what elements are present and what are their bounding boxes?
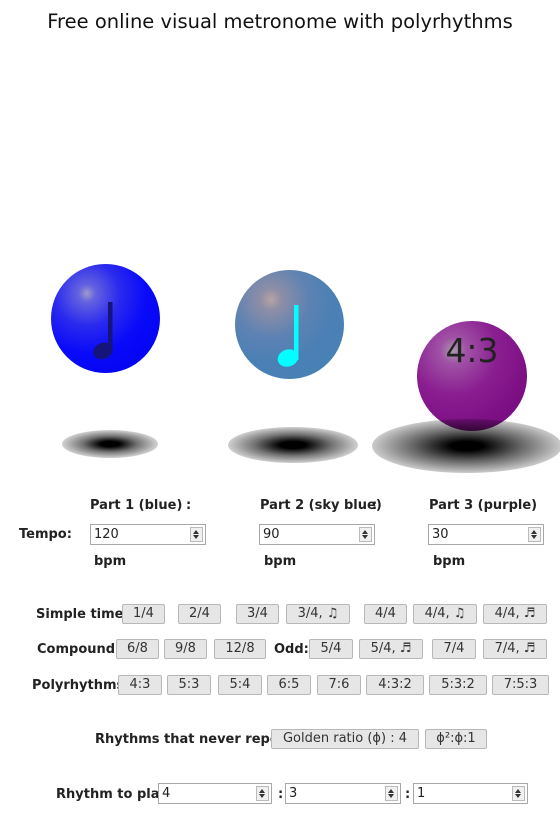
spinner-arrows-icon[interactable] xyxy=(256,786,269,801)
part-2-colon: : xyxy=(372,498,378,513)
ball-part-2 xyxy=(235,270,344,379)
rhythm-input-2[interactable]: 3 xyxy=(285,783,401,804)
bpm-unit-3: bpm xyxy=(433,554,466,569)
polyrhythm-5-3-button[interactable]: 5:3 xyxy=(167,675,211,695)
polyrhythm-6-5-button[interactable]: 6:5 xyxy=(267,675,311,695)
tempo-label: Tempo: xyxy=(19,527,72,542)
ball-ratio-label: 4:3 xyxy=(445,331,499,370)
preset-7-4-sixteenths-button[interactable]: 7/4, ♬ xyxy=(483,639,547,659)
polyrhythm-4-3-button[interactable]: 4:3 xyxy=(118,675,162,695)
tempo-input-part-3[interactable]: 30 xyxy=(428,524,544,545)
preset-7-4-button[interactable]: 7/4 xyxy=(432,639,476,659)
rhythm-input-1[interactable]: 4 xyxy=(158,783,272,804)
spinner-arrows-icon[interactable] xyxy=(512,786,525,801)
spinner-arrows-icon[interactable] xyxy=(190,527,203,542)
bpm-unit-2: bpm xyxy=(264,554,297,569)
ball-shadow-3 xyxy=(372,419,560,473)
ball-part-1 xyxy=(51,264,160,373)
page-title: Free online visual metronome with polyrh… xyxy=(47,10,513,33)
spinner-arrows-icon[interactable] xyxy=(528,527,541,542)
odd-label: Odd: xyxy=(274,642,309,657)
spinner-arrows-icon[interactable] xyxy=(359,527,372,542)
preset-4-4-eighths-button[interactable]: 4/4, ♫ xyxy=(413,604,477,624)
quarter-note-icon xyxy=(93,302,113,360)
preset-4-4-sixteenths-button[interactable]: 4/4, ♬ xyxy=(483,604,547,624)
compound-label: Compound: xyxy=(37,642,121,657)
quarter-note-icon xyxy=(277,305,299,367)
preset-2-4-button[interactable]: 2/4 xyxy=(178,604,221,624)
never-repeat-label: Rhythms that never repeat: xyxy=(95,732,299,747)
rhythm-separator-2: : xyxy=(405,787,411,802)
preset-5-4-button[interactable]: 5/4 xyxy=(309,639,353,659)
preset-9-8-button[interactable]: 9/8 xyxy=(164,639,207,659)
preset-12-8-button[interactable]: 12/8 xyxy=(214,639,266,659)
polyrhythm-7-5-3-button[interactable]: 7:5:3 xyxy=(492,675,549,695)
golden-ratio-button[interactable]: Golden ratio (ϕ) : 4 xyxy=(271,729,419,749)
part-1-label: Part 1 (blue) xyxy=(90,498,183,513)
spinner-arrows-icon[interactable] xyxy=(385,786,398,801)
ball-part-3: 4:3 xyxy=(417,321,527,431)
rhythm-to-play-label: Rhythm to play: xyxy=(56,787,173,802)
phi-squared-button[interactable]: ϕ²:ϕ:1 xyxy=(425,729,487,749)
part-1-colon: : xyxy=(186,498,192,513)
rhythm-input-3[interactable]: 1 xyxy=(413,783,528,804)
preset-1-4-button[interactable]: 1/4 xyxy=(122,604,165,624)
preset-3-4-button[interactable]: 3/4 xyxy=(236,604,279,624)
ball-shadow-1 xyxy=(62,430,158,458)
ball-shadow-2 xyxy=(228,427,358,463)
preset-6-8-button[interactable]: 6/8 xyxy=(116,639,159,659)
simple-time-label: Simple time: xyxy=(36,607,129,622)
polyrhythm-4-3-2-button[interactable]: 4:3:2 xyxy=(366,675,424,695)
bpm-unit-1: bpm xyxy=(94,554,127,569)
polyrhythm-5-4-button[interactable]: 5:4 xyxy=(218,675,262,695)
polyrhythm-7-6-button[interactable]: 7:6 xyxy=(317,675,361,695)
preset-3-4-eighths-button[interactable]: 3/4, ♫ xyxy=(286,604,350,624)
preset-4-4-button[interactable]: 4/4 xyxy=(364,604,407,624)
polyrhythm-5-3-2-button[interactable]: 5:3:2 xyxy=(429,675,487,695)
part-3-label: Part 3 (purple) xyxy=(429,498,538,513)
preset-5-4-sixteenths-button[interactable]: 5/4, ♬ xyxy=(359,639,423,659)
tempo-input-part-2[interactable]: 90 xyxy=(259,524,375,545)
tempo-input-part-1[interactable]: 120 xyxy=(90,524,206,545)
polyrhythms-label: Polyrhythms: xyxy=(32,678,130,693)
rhythm-separator-1: : xyxy=(278,787,284,802)
part-2-label: Part 2 (sky blue) xyxy=(260,498,382,513)
